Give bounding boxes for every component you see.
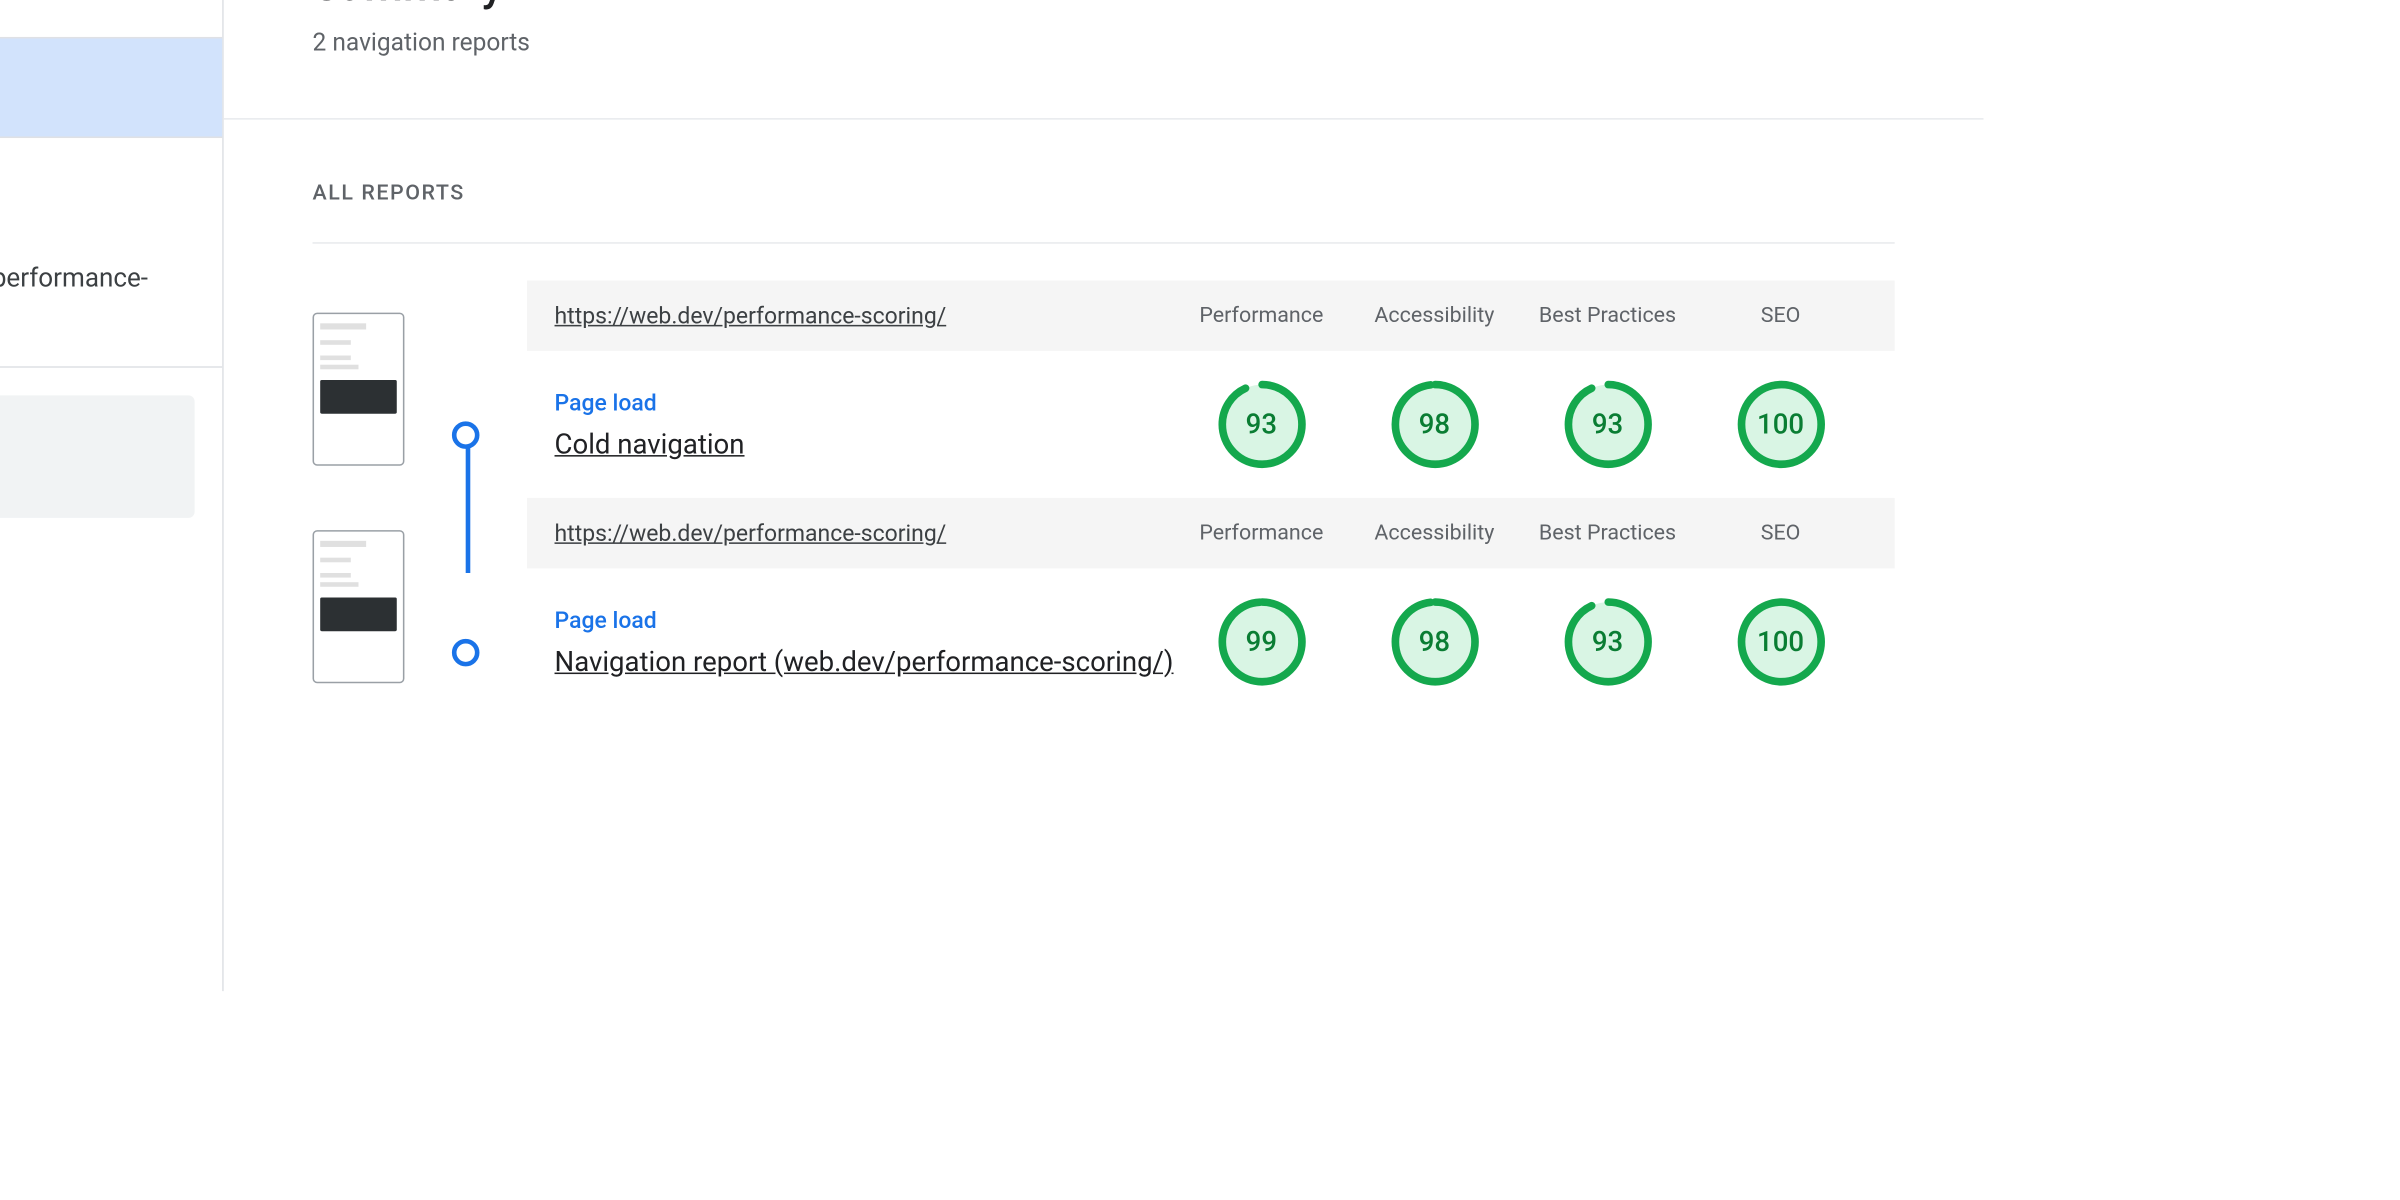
col-best-practices: Best Practices — [1521, 302, 1694, 330]
col-performance: Performance — [1175, 302, 1348, 330]
col-accessibility: Accessibility — [1348, 302, 1521, 330]
all-reports-label: ALL REPORTS — [313, 181, 1895, 206]
score-gauge[interactable]: 93 — [1562, 379, 1654, 471]
col-performance: Performance — [1175, 520, 1348, 548]
report-name[interactable]: Navigation report (web.dev/performance-s… — [555, 646, 1175, 678]
col-best-practices: Best Practices — [1521, 520, 1694, 548]
divider — [313, 242, 1895, 244]
score-gauge[interactable]: 100 — [1735, 597, 1827, 689]
sidebar-item-label: Navigation report (web.dev/performance-s… — [0, 260, 188, 338]
summary-section: Summary 2 navigation reports — [224, 0, 1984, 118]
all-reports: ALL REPORTS https://w — [224, 120, 1984, 778]
report-row: https://web.dev/performance-scoring/ Per… — [313, 498, 1895, 716]
score-gauge[interactable]: 93 — [1215, 379, 1307, 471]
report-name[interactable]: Cold navigation — [555, 429, 1175, 461]
score-gauge[interactable]: 99 — [1215, 597, 1307, 689]
score-gauge[interactable]: 98 — [1388, 379, 1480, 471]
col-seo: SEO — [1694, 520, 1867, 548]
sidebar-item-nav[interactable]: Navigation report (web.dev/performance-s… — [0, 232, 222, 365]
screenshot-thumb[interactable] — [313, 313, 405, 466]
reports-list: https://web.dev/performance-scoring/ Per… — [313, 280, 1895, 716]
url-header-row: https://web.dev/performance-scoring/ Per… — [527, 498, 1895, 569]
report-url[interactable]: https://web.dev/performance-scoring/ — [555, 520, 1175, 548]
timeline-dot-icon — [452, 421, 480, 449]
col-seo: SEO — [1694, 302, 1867, 330]
sidebar-flow: Cold navigation Navigation report (web.d… — [0, 138, 222, 367]
sidebar-header: Cold and warm navigations Nov 3, 2021, 7… — [0, 0, 222, 38]
score-gauge[interactable]: 98 — [1388, 597, 1480, 689]
main: Summary 2 navigation reports ALL REPORTS — [224, 0, 1984, 991]
score-gauge[interactable]: 100 — [1735, 379, 1827, 471]
sidebar: Cold and warm navigations Nov 3, 2021, 7… — [0, 0, 224, 991]
report-url[interactable]: https://web.dev/performance-scoring/ — [555, 302, 1175, 330]
report-kind: Page load — [555, 606, 1175, 634]
sidebar-footer: Emulated Moto G4 4x slowdown — [0, 395, 195, 518]
report-data-row: Page load Cold navigation 93 98 93 100 — [527, 351, 1895, 498]
report-kind: Page load — [555, 389, 1175, 417]
page-heading: Summary — [313, 0, 1895, 12]
sidebar-summary[interactable]: Summary — [0, 38, 222, 138]
scores: 93 98 93 100 — [1175, 379, 1867, 471]
sidebar-item-cold[interactable]: Cold navigation — [0, 138, 222, 232]
scores: 99 98 93 100 — [1175, 597, 1867, 689]
url-header-row: https://web.dev/performance-scoring/ Per… — [527, 280, 1895, 351]
report-row: https://web.dev/performance-scoring/ Per… — [313, 280, 1895, 498]
timeline-dot-icon — [452, 639, 480, 667]
col-accessibility: Accessibility — [1348, 520, 1521, 548]
score-gauge[interactable]: 93 — [1562, 597, 1654, 689]
screenshot-thumb[interactable] — [313, 531, 405, 684]
page-subtitle: 2 navigation reports — [313, 28, 1895, 57]
flow-date: Nov 3, 2021, 7:00 AM CDT — [0, 0, 188, 3]
report-data-row: Page load Navigation report (web.dev/per… — [527, 569, 1895, 716]
